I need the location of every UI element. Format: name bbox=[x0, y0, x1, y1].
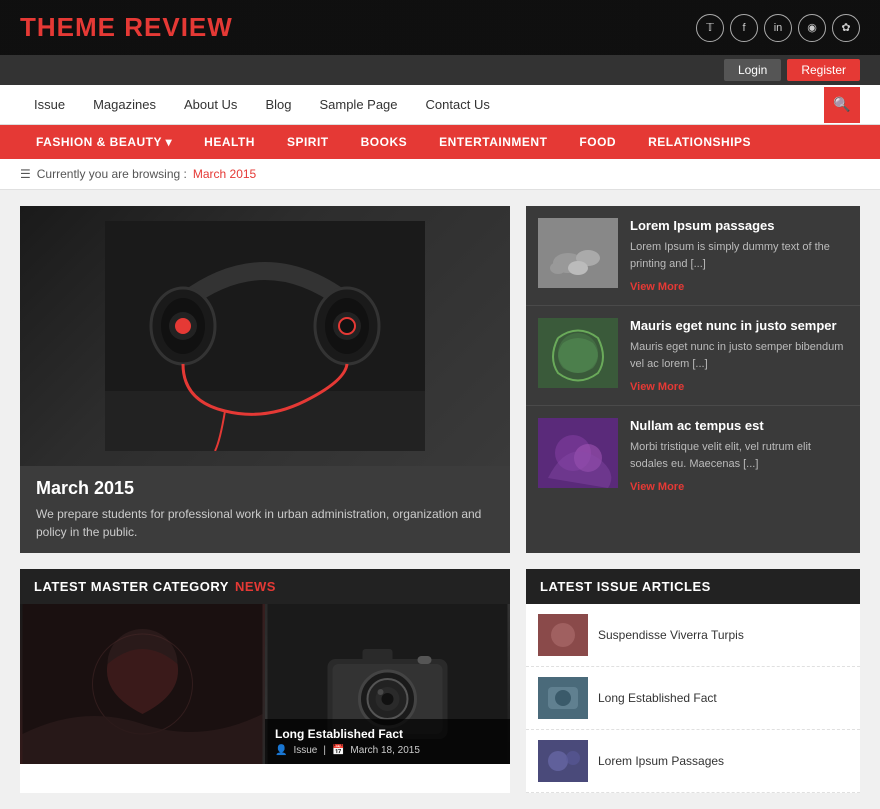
issue-item-2: Long Established Fact bbox=[526, 667, 860, 730]
social-links: 𝕋 f in ◉ ✿ bbox=[696, 14, 860, 42]
sidebar-article-title-3: Nullam ac tempus est bbox=[630, 418, 848, 433]
latest-issue: LATEST ISSUE ARTICLES Suspendisse Viverr… bbox=[526, 569, 860, 793]
latest-master-label1: LATEST MASTER CATEGORY bbox=[34, 579, 229, 594]
rss-icon[interactable]: ◉ bbox=[798, 14, 826, 42]
register-button[interactable]: Register bbox=[787, 59, 860, 81]
category-nav: FASHION & BEAUTY ▾ HEALTH SPIRIT BOOKS E… bbox=[0, 125, 880, 159]
featured-image-wrap: MARCH 2015 bbox=[20, 206, 510, 466]
sidebar-article-2: Mauris eget nunc in justo semper Mauris … bbox=[526, 306, 860, 406]
view-more-1[interactable]: View More bbox=[630, 281, 684, 293]
instagram-icon[interactable]: ✿ bbox=[832, 14, 860, 42]
facebook-icon[interactable]: f bbox=[730, 14, 758, 42]
latest-master-header: LATEST MASTER CATEGORY NEWS bbox=[20, 569, 510, 604]
latest-grid: Long Established Fact 👤 Issue | 📅 March … bbox=[20, 604, 510, 764]
cat-food[interactable]: FOOD bbox=[563, 125, 632, 159]
issue-thumb-3 bbox=[538, 740, 588, 782]
latest-master: LATEST MASTER CATEGORY NEWS bbox=[20, 569, 510, 793]
site-header: THEME REVIEW 𝕋 f in ◉ ✿ bbox=[0, 0, 880, 55]
nav-blog[interactable]: Blog bbox=[251, 85, 305, 124]
nav-about[interactable]: About Us bbox=[170, 85, 251, 124]
primary-nav: Issue Magazines About Us Blog Sample Pag… bbox=[0, 85, 880, 125]
featured-image bbox=[20, 206, 510, 466]
site-title: THEME REVIEW bbox=[20, 12, 233, 43]
cat-spirit[interactable]: SPIRIT bbox=[271, 125, 345, 159]
issue-item-title-1: Suspendisse Viverra Turpis bbox=[598, 628, 744, 642]
nav-magazines[interactable]: Magazines bbox=[79, 85, 170, 124]
login-button[interactable]: Login bbox=[724, 59, 781, 81]
nav-issue[interactable]: Issue bbox=[20, 85, 79, 124]
sidebar-thumb-2 bbox=[538, 318, 618, 388]
sidebar-article-excerpt-1: Lorem Ipsum is simply dummy text of the … bbox=[630, 239, 848, 272]
issue-list: Suspendisse Viverra Turpis Long Establis… bbox=[526, 604, 860, 793]
sidebar-thumb-1 bbox=[538, 218, 618, 288]
sidebar-article-excerpt-3: Morbi tristique velit elit, vel rutrum e… bbox=[630, 439, 848, 472]
separator: | bbox=[323, 745, 326, 756]
user-icon: 👤 bbox=[275, 745, 287, 756]
calendar-icon: 📅 bbox=[332, 745, 344, 756]
issue-item-3: Lorem Ipsum Passages bbox=[526, 730, 860, 793]
latest-item-image-1 bbox=[20, 604, 265, 764]
latest-issue-label: LATEST ISSUE ARTICLES bbox=[540, 579, 711, 594]
cat-health[interactable]: HEALTH bbox=[188, 125, 271, 159]
breadcrumb-label: Currently you are browsing : bbox=[37, 167, 187, 181]
sidebar-articles: Lorem Ipsum passages Lorem Ipsum is simp… bbox=[526, 206, 860, 553]
featured-title: March 2015 bbox=[36, 478, 494, 499]
title-part1: THEME bbox=[20, 12, 124, 42]
featured-caption: March 2015 We prepare students for profe… bbox=[20, 466, 510, 553]
latest-item-2: Long Established Fact 👤 Issue | 📅 March … bbox=[265, 604, 510, 764]
sidebar-article-title-2: Mauris eget nunc in justo semper bbox=[630, 318, 848, 333]
latest-item-meta-2: 👤 Issue | 📅 March 18, 2015 bbox=[275, 745, 500, 756]
nav-contact[interactable]: Contact Us bbox=[412, 85, 504, 124]
sidebar-article-1: Lorem Ipsum passages Lorem Ipsum is simp… bbox=[526, 206, 860, 306]
issue-item-title-3: Lorem Ipsum Passages bbox=[598, 754, 724, 768]
issue-thumb-1 bbox=[538, 614, 588, 656]
nav-sample[interactable]: Sample Page bbox=[305, 85, 411, 124]
latest-item-caption-2: Long Established Fact 👤 Issue | 📅 March … bbox=[265, 719, 510, 764]
featured-description: We prepare students for professional wor… bbox=[36, 505, 494, 541]
bottom-section: LATEST MASTER CATEGORY NEWS bbox=[0, 569, 880, 809]
title-part2: REVIEW bbox=[124, 12, 233, 42]
sidebar-article-3: Nullam ac tempus est Morbi tristique vel… bbox=[526, 406, 860, 505]
featured-article: MARCH 2015 bbox=[20, 206, 510, 553]
cat-books[interactable]: BOOKS bbox=[345, 125, 424, 159]
latest-issue-header: LATEST ISSUE ARTICLES bbox=[526, 569, 860, 604]
sidebar-article-text-1: Lorem Ipsum passages Lorem Ipsum is simp… bbox=[630, 218, 848, 293]
cat-entertainment[interactable]: ENTERTAINMENT bbox=[423, 125, 563, 159]
main-content: MARCH 2015 bbox=[0, 190, 880, 569]
sidebar-article-text-2: Mauris eget nunc in justo semper Mauris … bbox=[630, 318, 848, 393]
linkedin-icon[interactable]: in bbox=[764, 14, 792, 42]
cat-fashion[interactable]: FASHION & BEAUTY ▾ bbox=[20, 125, 188, 159]
breadcrumb-current: March 2015 bbox=[193, 167, 256, 181]
view-more-2[interactable]: View More bbox=[630, 381, 684, 393]
sidebar-article-title-1: Lorem Ipsum passages bbox=[630, 218, 848, 233]
breadcrumb-icon: ☰ bbox=[20, 167, 31, 181]
issue-item-title-2: Long Established Fact bbox=[598, 691, 717, 705]
sidebar-article-text-3: Nullam ac tempus est Morbi tristique vel… bbox=[630, 418, 848, 493]
auth-bar: Login Register bbox=[0, 55, 880, 85]
issue-thumb-2 bbox=[538, 677, 588, 719]
issue-label: Issue bbox=[293, 745, 317, 756]
cat-relationships[interactable]: RELATIONSHIPS bbox=[632, 125, 767, 159]
view-more-3[interactable]: View More bbox=[630, 481, 684, 493]
latest-item-title-2: Long Established Fact bbox=[275, 727, 500, 741]
latest-master-label2: NEWS bbox=[235, 579, 276, 594]
issue-item-1: Suspendisse Viverra Turpis bbox=[526, 604, 860, 667]
sidebar-article-excerpt-2: Mauris eget nunc in justo semper bibendu… bbox=[630, 339, 848, 372]
date-label: March 18, 2015 bbox=[350, 745, 420, 756]
twitter-icon[interactable]: 𝕋 bbox=[696, 14, 724, 42]
search-button[interactable]: 🔍 bbox=[824, 87, 860, 123]
latest-item-1 bbox=[20, 604, 265, 764]
sidebar-thumb-3 bbox=[538, 418, 618, 488]
breadcrumb: ☰ Currently you are browsing : March 201… bbox=[0, 159, 880, 190]
